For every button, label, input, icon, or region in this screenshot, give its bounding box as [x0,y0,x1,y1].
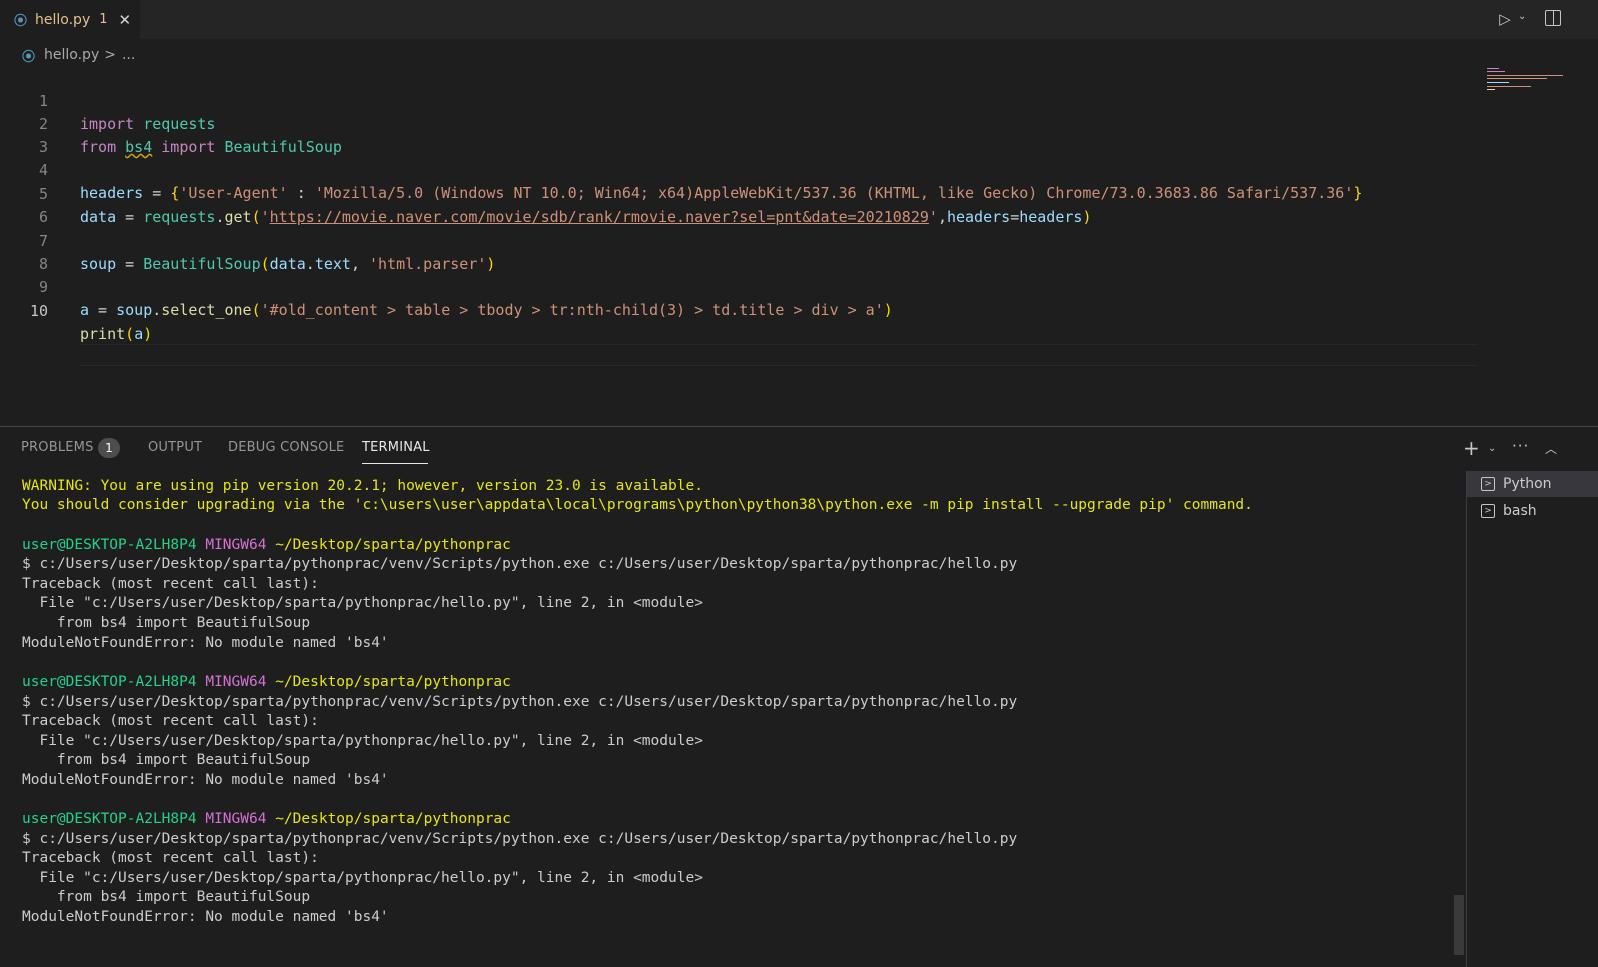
code-line: 6 [0,183,1480,226]
code-line: 3 [0,113,1480,156]
minimap-line [1487,78,1547,79]
prompt-path: ~/Desktop/sparta/pythonprac [275,537,511,553]
minimap-line [1487,86,1531,87]
line-number: 10 [29,302,48,320]
code-line: 8 [0,230,1480,273]
breadcrumb-file[interactable]: hello.py [44,47,99,63]
code-line: 10 print(a) [0,277,1480,343]
terminal-prompt: user@DESKTOP-A2LH8P4 MINGW64 ~/Desktop/s… [22,810,511,830]
breadcrumb-more[interactable]: ... [122,47,135,63]
active-tab-indicator [362,463,428,464]
prompt-shell: MINGW64 [205,674,267,690]
prompt-user: user@DESKTOP-A2LH8P4 [22,674,197,690]
play-icon[interactable]: ▷ [1496,10,1514,28]
terminal-line: File "c:/Users/user/Desktop/sparta/pytho… [22,733,703,749]
code-line: 1 import requests [0,67,1480,133]
prompt-shell: MINGW64 [205,811,267,827]
terminal-line: from bs4 import BeautifulSoup [22,615,311,631]
editor-tab-bar: ⦿ hello.py 1 ✕ ▷ ⌄ [0,0,1598,39]
code-line: 2 from bs4 import BeautifulSoup [0,90,1480,156]
terminal-line: $ c:/Users/user/Desktop/sparta/pythonpra… [22,831,1018,847]
token: ) [883,301,893,319]
tab-problems[interactable]: PROBLEMS [21,440,94,455]
token: ) [143,325,153,343]
token: a [134,325,144,343]
breadcrumb-separator: > [104,47,116,63]
terminal-prompt: user@DESKTOP-A2LH8P4 MINGW64 ~/Desktop/s… [22,536,511,556]
close-icon[interactable]: ✕ [119,11,132,29]
terminal-line: from bs4 import BeautifulSoup [22,889,311,905]
bottom-panel: PROBLEMS 1 OUTPUT DEBUG CONSOLE TERMINAL… [0,426,1598,967]
tab-debug-console[interactable]: DEBUG CONSOLE [228,440,344,455]
terminal-line: $ c:/Users/user/Desktop/sparta/pythonpra… [22,556,1018,572]
new-terminal-plus-icon[interactable]: + [1463,436,1480,460]
terminal-line: You should consider upgrading via the 'c… [22,497,1253,513]
chevron-up-icon[interactable]: ︿ [1545,440,1557,457]
current-line-highlight [80,344,1478,366]
terminal-line: Traceback (most recent call last): [22,850,319,866]
python-file-icon: ⦿ [14,14,28,29]
prompt-shell: MINGW64 [205,537,267,553]
terminal-output[interactable]: WARNING: You are using pip version 20.2.… [0,475,1465,967]
terminal-line: ModuleNotFoundError: No module named 'bs… [22,909,389,925]
code-line: 4 headers = {'User-Agent' : 'Mozilla/5.0… [0,136,1480,202]
tab-label: hello.py [35,11,91,28]
terminal-line: WARNING: You are using pip version 20.2.… [22,478,703,494]
problems-count-badge: 1 [98,438,120,458]
terminal-icon: > [1481,504,1495,518]
breadcrumb: ⦿ hello.py > ... [22,44,135,66]
terminal-line: from bs4 import BeautifulSoup [22,752,311,768]
prompt-user: user@DESKTOP-A2LH8P4 [22,537,197,553]
minimap-line [1487,82,1509,83]
code-line: 7 soup = BeautifulSoup(data.text, 'html.… [0,207,1480,273]
prompt-path: ~/Desktop/sparta/pythonprac [275,674,511,690]
token: ( [125,325,135,343]
vscode-window: ⦿ hello.py 1 ✕ ▷ ⌄ ⦿ hello.py > ... 1 im… [0,0,1598,967]
minimap-line [1487,75,1563,76]
code-line: 9 a = soup.select_one('#old_content > ta… [0,253,1480,319]
token: ( [251,301,261,319]
token: select_one [161,301,252,319]
chevron-down-icon[interactable]: ⌄ [1488,443,1496,454]
terminal-line: ModuleNotFoundError: No module named 'bs… [22,772,389,788]
tab-output[interactable]: OUTPUT [148,440,202,455]
terminal-item-python[interactable]: > Python [1467,471,1598,497]
token: soup [116,301,153,319]
panel-tab-bar: PROBLEMS 1 OUTPUT DEBUG CONSOLE TERMINAL… [0,427,1598,471]
code-line: 5 data = requests.get('https://movie.nav… [0,160,1480,226]
terminal-line: $ c:/Users/user/Desktop/sparta/pythonpra… [22,694,1018,710]
tab-terminal[interactable]: TERMINAL [362,440,430,455]
terminal-item-label: bash [1503,503,1537,519]
token: a [80,301,90,319]
minimap-line [1487,89,1495,90]
python-file-icon: ⦿ [22,49,36,65]
minimap[interactable] [1485,66,1565,96]
terminal-scrollbar[interactable] [1454,895,1464,955]
token: '#old_content > table > tbody > tr:nth-c… [260,301,884,319]
terminal-icon: > [1481,477,1495,491]
prompt-path: ~/Desktop/sparta/pythonprac [275,811,511,827]
prompt-user: user@DESKTOP-A2LH8P4 [22,811,197,827]
terminal-item-bash[interactable]: > bash [1467,498,1598,524]
chevron-down-icon[interactable]: ⌄ [1518,11,1526,22]
terminal-prompt: user@DESKTOP-A2LH8P4 MINGW64 ~/Desktop/s… [22,673,511,693]
terminal-item-label: Python [1503,476,1552,492]
tab-hello-py[interactable]: ⦿ hello.py 1 ✕ [0,0,140,39]
token: . [152,301,162,319]
terminal-line: File "c:/Users/user/Desktop/sparta/pytho… [22,870,703,886]
terminal-line: Traceback (most recent call last): [22,576,319,592]
token: print [80,325,126,343]
terminal-line: File "c:/Users/user/Desktop/sparta/pytho… [22,595,703,611]
code-editor[interactable]: 1 import requests 2 from bs4 import Beau… [0,66,1480,426]
terminal-line: ModuleNotFoundError: No module named 'bs… [22,635,389,651]
split-editor-icon[interactable] [1545,10,1561,26]
token: = [89,301,117,319]
more-actions-icon[interactable]: ··· [1512,437,1529,455]
minimap-line [1487,68,1499,69]
minimap-line [1487,71,1505,72]
terminal-list: > Python > bash [1466,471,1598,967]
terminal-line: Traceback (most recent call last): [22,713,319,729]
tab-problem-badge: 1 [99,12,108,27]
